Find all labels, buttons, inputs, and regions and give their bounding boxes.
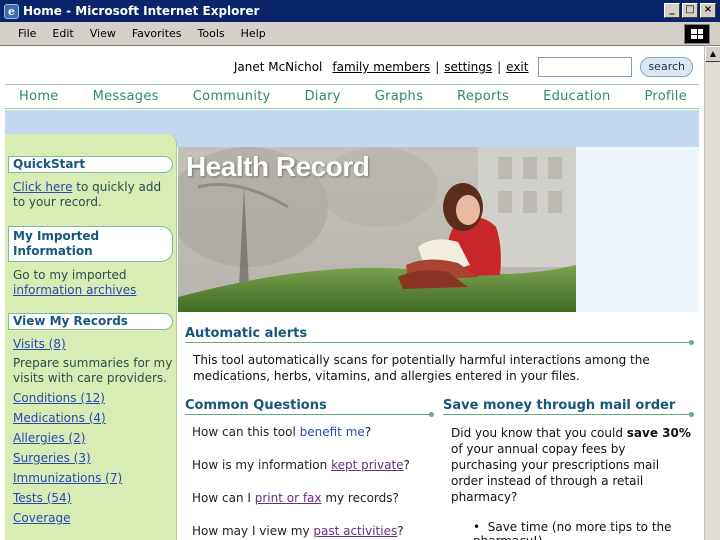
question-text: How can this tool: [192, 425, 300, 439]
question-3: How can I print or fax my records?: [192, 491, 399, 505]
vertical-scrollbar[interactable]: ▲: [704, 46, 720, 540]
questions-heading: Common Questions: [185, 398, 434, 417]
menu-tools[interactable]: Tools: [198, 27, 225, 40]
menu-edit[interactable]: Edit: [52, 27, 73, 40]
hero-image: Health Record: [178, 147, 576, 312]
mailorder-text: Did you know that you could save 30% of …: [451, 425, 691, 505]
scroll-up-icon[interactable]: ▲: [705, 46, 720, 62]
nav-home[interactable]: Home: [19, 89, 59, 104]
imported-heading-line2: Information: [13, 244, 93, 258]
window-title: Home - Microsoft Internet Explorer: [23, 4, 260, 18]
visits-link[interactable]: Visits (8): [13, 337, 173, 352]
surgeries-link[interactable]: Surgeries (3): [13, 451, 173, 466]
question-text: ?: [397, 524, 404, 538]
question-text: How is my information: [192, 458, 332, 472]
separator: |: [435, 60, 440, 74]
quickstart-heading: QuickStart: [8, 156, 173, 173]
imported-heading-line1: My Imported: [13, 229, 100, 243]
nav-education[interactable]: Education: [543, 89, 610, 104]
menu-view[interactable]: View: [90, 27, 116, 40]
alerts-text: This tool automatically scans for potent…: [193, 353, 650, 383]
nav-profile[interactable]: Profile: [644, 89, 687, 104]
mailorder-savings: save 30%: [626, 426, 691, 440]
medications-link[interactable]: Medications (4): [13, 411, 173, 426]
menu-file[interactable]: File: [18, 27, 36, 40]
user-bar: Janet McNichol family members | settings…: [5, 54, 699, 80]
ie-icon: e: [4, 3, 19, 19]
question-text: ?: [364, 425, 372, 439]
question-2: How is my information kept private?: [192, 458, 410, 472]
hero-title: Health Record: [186, 151, 370, 182]
search-input[interactable]: [538, 57, 633, 77]
visits-desc: Prepare summaries for my visits with car…: [13, 356, 173, 385]
nav-reports[interactable]: Reports: [457, 89, 509, 104]
question-text: ?: [403, 458, 410, 472]
menu-help[interactable]: Help: [241, 27, 266, 40]
mailorder-bullet: • Save time (no more tips to the pharmac…: [473, 520, 693, 540]
hero-panel: [576, 147, 699, 312]
user-name: Janet McNichol: [233, 60, 323, 74]
question-text: my records?: [321, 491, 399, 505]
nav-messages[interactable]: Messages: [93, 89, 159, 104]
print-or-fax-link[interactable]: print or fax: [255, 491, 322, 505]
records-list: Visits (8) Prepare summaries for my visi…: [13, 337, 173, 526]
imported-heading: My Imported Information: [8, 226, 173, 262]
imported-desc: Go to my imported: [13, 268, 127, 282]
click-here-link[interactable]: Click here: [13, 180, 72, 194]
minimize-button[interactable]: _: [664, 3, 680, 18]
window-controls: _ □ ×: [664, 3, 716, 18]
question-1: How can this tool benefit me?: [192, 425, 371, 439]
windows-logo-icon: [684, 24, 710, 44]
quickstart-text: Click here to quickly add to your record…: [13, 180, 173, 210]
nav-graphs[interactable]: Graphs: [375, 89, 423, 104]
title-bar: e Home - Microsoft Internet Explorer _ □…: [0, 0, 720, 22]
sidebar: QuickStart Click here to quickly add to …: [5, 134, 177, 540]
exit-link[interactable]: exit: [506, 60, 528, 74]
tests-link[interactable]: Tests (54): [13, 491, 173, 506]
kept-private-link[interactable]: kept private: [331, 458, 403, 472]
web-page: Janet McNichol family members | settings…: [5, 46, 699, 540]
main-nav: Home Messages Community Diary Graphs Rep…: [5, 84, 699, 109]
menu-favorites[interactable]: Favorites: [132, 27, 182, 40]
search-button[interactable]: search: [640, 57, 693, 77]
coverage-link[interactable]: Coverage: [13, 511, 173, 526]
records-heading: View My Records: [8, 313, 173, 330]
past-activities-link[interactable]: past activities: [313, 524, 397, 538]
question-4: How may I view my past activities?: [192, 524, 404, 538]
settings-link[interactable]: settings: [444, 60, 492, 74]
bullet-icon: •: [473, 520, 488, 534]
imported-text: Go to my imported information archives: [13, 268, 173, 298]
menu-bar: File Edit View Favorites Tools Help: [0, 22, 720, 46]
question-text: How may I view my: [192, 524, 314, 538]
alerts-heading: Automatic alerts: [185, 326, 694, 345]
benefit-me-link[interactable]: benefit me: [300, 425, 365, 439]
close-button[interactable]: ×: [700, 3, 716, 18]
allergies-link[interactable]: Allergies (2): [13, 431, 173, 446]
mailorder-text-part: Did you know that you could: [451, 426, 627, 440]
family-members-link[interactable]: family members: [332, 60, 430, 74]
bullet-text: Save time (no more tips to the pharmacy!…: [473, 520, 672, 540]
nav-diary[interactable]: Diary: [305, 89, 341, 104]
conditions-link[interactable]: Conditions (12): [13, 391, 173, 406]
mailorder-text-part: of your annual copay fees by purchasing …: [451, 442, 660, 504]
mailorder-heading: Save money through mail order: [443, 398, 694, 417]
question-text: How can I: [192, 491, 255, 505]
immunizations-link[interactable]: Immunizations (7): [13, 471, 173, 486]
information-archives-link[interactable]: information archives: [13, 283, 136, 297]
maximize-button[interactable]: □: [682, 3, 698, 18]
nav-community[interactable]: Community: [193, 89, 271, 104]
separator: |: [497, 60, 502, 74]
